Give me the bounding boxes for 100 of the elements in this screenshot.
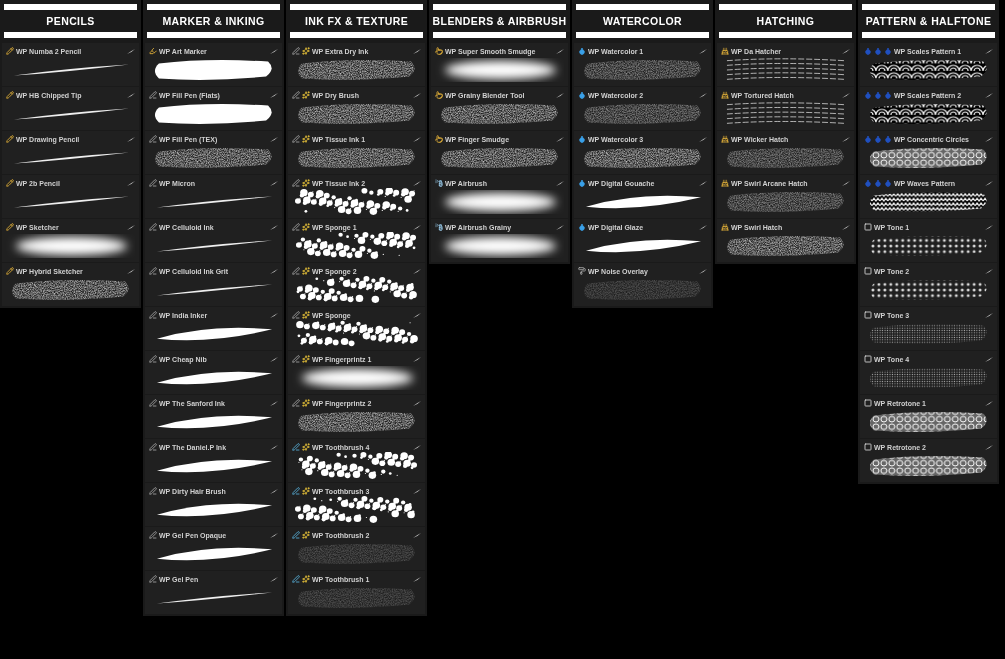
stroke-icon — [413, 268, 421, 274]
pen-icon — [292, 443, 300, 451]
pen-icon — [292, 223, 300, 231]
stroke-icon — [699, 224, 707, 230]
column-title: PENCILS — [46, 14, 95, 29]
cake-icon — [721, 135, 729, 143]
cake-icon — [721, 47, 729, 55]
stroke-icon — [413, 532, 421, 538]
sparkles-icon — [302, 223, 310, 231]
stroke-icon — [985, 444, 993, 450]
stroke-icon — [985, 312, 993, 318]
stroke-icon — [270, 312, 278, 318]
spray-can-icon — [435, 179, 443, 187]
droplet-icon — [578, 47, 586, 55]
stroke-icon — [699, 48, 707, 54]
pen-icon — [149, 531, 157, 539]
square-icon — [864, 399, 872, 407]
stroke-icon — [270, 180, 278, 186]
square-icon — [864, 443, 872, 451]
pointer-icon — [435, 91, 443, 99]
pencil-icon — [6, 91, 14, 99]
stroke-icon — [842, 48, 850, 54]
stroke-icon — [842, 224, 850, 230]
stroke-icon — [556, 136, 564, 142]
stroke-icon — [413, 92, 421, 98]
cake-icon — [721, 179, 729, 187]
pen-icon — [292, 267, 300, 275]
pencil-icon — [6, 267, 14, 275]
square-icon — [864, 267, 872, 275]
pencil-icon — [6, 179, 14, 187]
stroke-icon — [413, 444, 421, 450]
pencil-icon — [6, 223, 14, 231]
droplet-icon — [578, 179, 586, 187]
stroke-icon — [699, 92, 707, 98]
spray-can-icon — [435, 223, 443, 231]
stroke-icon — [699, 268, 707, 274]
column-title: INK FX & TEXTURE — [304, 14, 409, 29]
stroke-icon — [413, 576, 421, 582]
highlighter-icon — [149, 47, 157, 55]
droplet-icon — [578, 91, 586, 99]
pointer-icon — [435, 47, 443, 55]
sparkles-icon — [302, 135, 310, 143]
pen-icon — [149, 443, 157, 451]
stroke-icon — [270, 224, 278, 230]
stroke-icon — [985, 400, 993, 406]
sparkles-icon — [302, 487, 310, 495]
stroke-icon — [270, 576, 278, 582]
pointer-icon — [435, 135, 443, 143]
pen-icon — [149, 355, 157, 363]
pen-icon — [149, 135, 157, 143]
column-title: BLENDERS & AIRBRUSH — [432, 14, 567, 29]
square-icon — [864, 355, 872, 363]
pen-icon — [292, 91, 300, 99]
stroke-icon — [985, 268, 993, 274]
stroke-icon — [270, 136, 278, 142]
pen-icon — [149, 311, 157, 319]
pen-icon — [292, 487, 300, 495]
stroke-icon — [985, 224, 993, 230]
stroke-icon — [842, 180, 850, 186]
stroke-icon — [127, 92, 135, 98]
stroke-icon — [270, 532, 278, 538]
stroke-icon — [556, 48, 564, 54]
sparkles-icon — [302, 47, 310, 55]
pen-icon — [149, 223, 157, 231]
sparkles-icon — [302, 267, 310, 275]
stroke-icon — [556, 180, 564, 186]
stroke-icon — [413, 356, 421, 362]
cake-icon — [721, 223, 729, 231]
stroke-icon — [127, 180, 135, 186]
stroke-icon — [985, 136, 993, 142]
stroke-icon — [699, 180, 707, 186]
stroke-icon — [127, 48, 135, 54]
pen-icon — [292, 47, 300, 55]
pen-icon — [149, 267, 157, 275]
cake-icon — [721, 91, 729, 99]
stroke-icon — [556, 224, 564, 230]
pen-icon — [149, 399, 157, 407]
pen-icon — [149, 487, 157, 495]
droplet-icon — [578, 135, 586, 143]
stroke-icon — [413, 136, 421, 142]
column-title: PATTERN & HALFTONE — [865, 14, 992, 29]
square-icon — [864, 223, 872, 231]
stroke-icon — [270, 488, 278, 494]
pen-icon — [292, 531, 300, 539]
pen-icon — [149, 179, 157, 187]
stroke-icon — [270, 444, 278, 450]
stroke-icon — [270, 92, 278, 98]
paint-roller-icon — [578, 267, 586, 275]
stroke-icon — [270, 48, 278, 54]
stroke-icon — [985, 48, 993, 54]
pen-icon — [292, 399, 300, 407]
pen-icon — [292, 355, 300, 363]
column-title: MARKER & INKING — [162, 14, 265, 29]
sparkles-icon — [302, 443, 310, 451]
stroke-icon — [985, 356, 993, 362]
pen-icon — [292, 179, 300, 187]
sparkles-icon — [302, 179, 310, 187]
column-title: HATCHING — [756, 14, 815, 29]
square-icon — [864, 311, 872, 319]
stroke-icon — [842, 92, 850, 98]
